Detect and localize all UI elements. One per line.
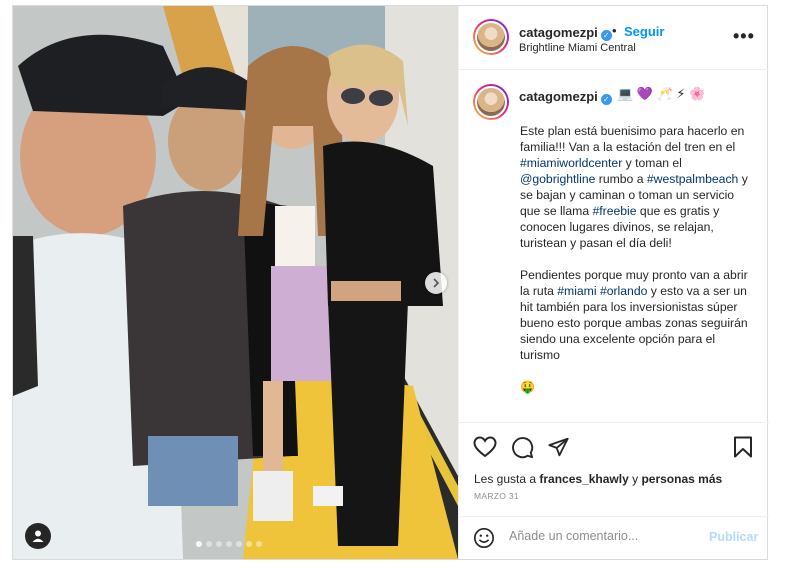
caption-text-segment: Este plan está buenisimo para hacerlo en…	[520, 124, 745, 154]
post-actions: Les gusta a frances_khawly y personas má…	[459, 422, 769, 518]
caption-paragraph-2: Pendientes porque muy pronto van a abrir…	[520, 267, 750, 363]
likes-summary: Les gusta a frances_khawly y personas má…	[474, 472, 722, 486]
hashtag-link[interactable]: #westpalmbeach	[647, 172, 738, 186]
carousel-dot	[236, 541, 242, 547]
carousel-dot	[246, 541, 252, 547]
carousel-dot	[196, 541, 202, 547]
author-username[interactable]: catagomezpi	[519, 25, 598, 40]
tagged-users-button[interactable]	[25, 523, 51, 549]
instagram-post: catagomezpi ✓ • Seguir Brightline Miami C…	[12, 5, 769, 560]
verified-badge-icon: ✓	[600, 94, 612, 105]
bookmark-icon	[734, 436, 752, 458]
heart-icon	[473, 436, 497, 458]
like-button[interactable]	[473, 436, 497, 463]
post-header: catagomezpi ✓ • Seguir Brightline Miami C…	[459, 6, 769, 70]
hashtag-link[interactable]: #orlando	[600, 284, 647, 298]
share-button[interactable]	[547, 436, 570, 463]
hashtag-link[interactable]: @gobrightline	[520, 172, 595, 186]
likes-others-link[interactable]: personas más	[641, 472, 722, 486]
carousel-indicator	[196, 541, 262, 547]
post-comment-button[interactable]: Publicar	[709, 530, 758, 544]
likes-middle: y	[628, 472, 642, 486]
caption-text: Este plan está buenisimo para hacerlo en…	[520, 123, 750, 411]
location-link[interactable]: Brightline Miami Central	[519, 42, 636, 54]
follow-button[interactable]: Seguir	[624, 24, 664, 39]
caption-user: catagomezpi ✓	[519, 88, 612, 106]
post-date[interactable]: MARZO 31	[474, 491, 519, 501]
hashtag-link[interactable]: #freebie	[593, 204, 637, 218]
comment-button[interactable]	[511, 436, 534, 464]
comment-input[interactable]	[509, 529, 699, 543]
header-user: catagomezpi ✓	[519, 24, 612, 42]
carousel-dot	[216, 541, 222, 547]
more-options-icon[interactable]: •••	[733, 26, 755, 47]
carousel-dot	[226, 541, 232, 547]
carousel-dot	[256, 541, 262, 547]
post-photo[interactable]	[13, 6, 458, 559]
comment-icon	[512, 437, 534, 459]
chevron-right-icon	[433, 278, 440, 288]
verified-badge-icon: ✓	[600, 30, 612, 41]
photo-scene	[13, 6, 458, 559]
hashtag-link[interactable]: #miamiworldcenter	[520, 156, 622, 170]
author-avatar[interactable]	[473, 19, 509, 55]
caption-paragraph-1: Este plan está buenisimo para hacerlo en…	[520, 123, 750, 251]
next-slide-button[interactable]	[425, 272, 447, 294]
person-icon	[32, 530, 44, 542]
smiley-icon	[474, 528, 494, 548]
post-caption: catagomezpi ✓ 💻 💜 🥂 ⚡ 🌸 Este plan está bu…	[459, 70, 769, 422]
caption-text-segment: rumbo a	[595, 172, 647, 186]
caption-end-emoji: 🤑	[520, 380, 536, 394]
caption-emojis: 💻 💜 🥂 ⚡ 🌸	[617, 86, 706, 101]
caption-username[interactable]: catagomezpi	[519, 89, 598, 104]
send-icon	[548, 437, 569, 457]
header-separator: •	[612, 23, 617, 38]
emoji-picker-button[interactable]	[473, 527, 495, 554]
comment-box: Publicar	[459, 516, 769, 559]
save-button[interactable]	[733, 436, 753, 463]
caption-text-segment: y toman el	[622, 156, 682, 170]
likes-user-link[interactable]: frances_khawly	[539, 472, 628, 486]
carousel-dot	[206, 541, 212, 547]
hashtag-link[interactable]: #miami	[557, 284, 596, 298]
caption-avatar[interactable]	[473, 84, 509, 120]
likes-prefix: Les gusta a	[474, 472, 540, 486]
post-details: catagomezpi ✓ • Seguir Brightline Miami C…	[458, 6, 769, 559]
